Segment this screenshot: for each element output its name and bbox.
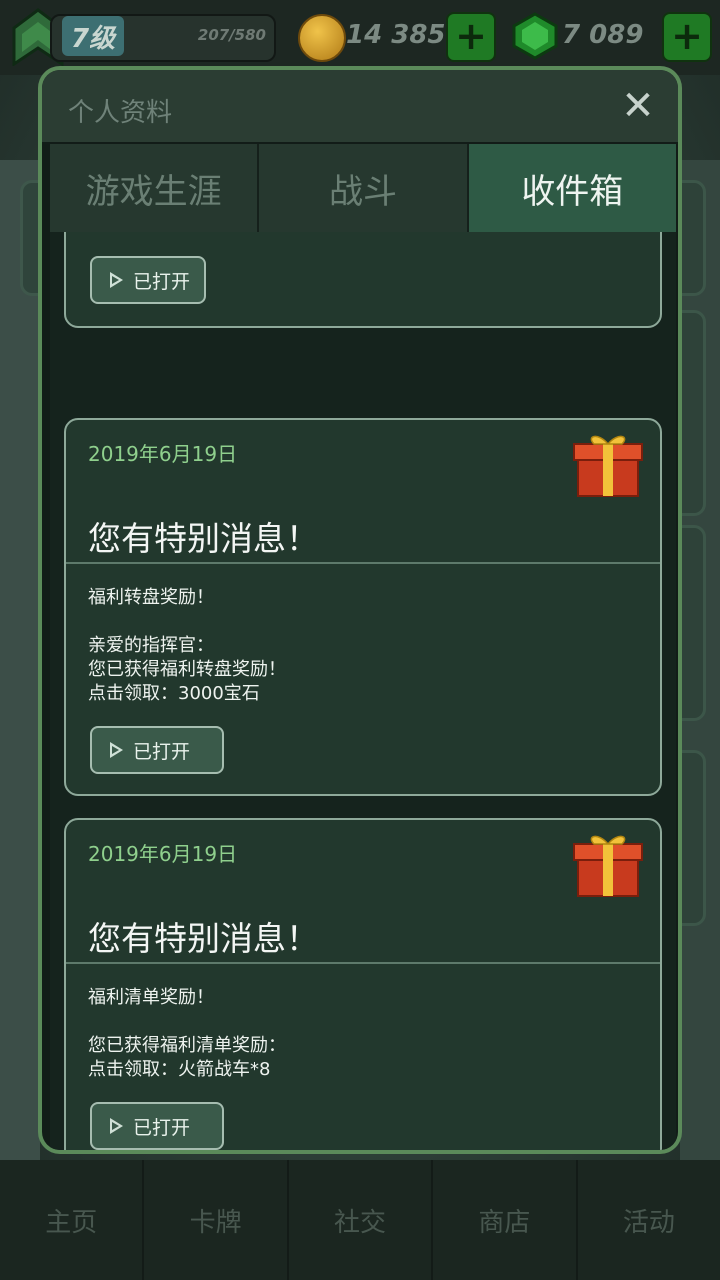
card-divider [66, 962, 660, 964]
inbox-list[interactable]: 已打开 2019年6月19日 您有特别消息！ 福利转盘奖励！ 亲爱的指挥官： 您… [50, 232, 676, 1150]
gem-icon [512, 12, 558, 60]
inbox-message-card: 2019年6月19日 您有特别消息！ 福利转盘奖励！ 亲爱的指挥官： 您已获得福… [64, 418, 662, 796]
profile-modal: 个人资料 ✕ 游戏生涯 战斗 收件箱 已打开 2019年6月19日 您有特别消息… [38, 66, 682, 1154]
message-date: 2019年6月19日 [88, 842, 238, 866]
message-line [88, 610, 286, 634]
tab-inbox[interactable]: 收件箱 [468, 144, 676, 232]
message-body: 福利清单奖励！ 您已获得福利清单奖励： 点击领取：火箭战车*8 [88, 986, 286, 1082]
play-icon [110, 272, 123, 288]
nav-home[interactable]: 主页 [0, 1160, 145, 1280]
add-gems-button[interactable]: + [662, 12, 712, 62]
top-status-bar: 7级 207/580 14 385 + 7 089 + [0, 0, 720, 75]
close-icon[interactable]: ✕ [618, 86, 658, 126]
message-line: 福利清单奖励！ [88, 987, 214, 1008]
play-icon [110, 1118, 123, 1134]
opened-button[interactable]: 已打开 [90, 256, 206, 304]
tab-career[interactable]: 游戏生涯 [50, 144, 260, 232]
nav-social[interactable]: 社交 [289, 1160, 434, 1280]
profile-modal-body: 个人资料 ✕ 游戏生涯 战斗 收件箱 已打开 2019年6月19日 您有特别消息… [42, 70, 678, 1150]
message-line [88, 1010, 286, 1034]
gift-box-icon [573, 435, 643, 497]
opened-label: 已打开 [133, 270, 191, 293]
gift-box-icon [573, 835, 643, 897]
nav-cards[interactable]: 卡牌 [144, 1160, 289, 1280]
coin-balance: 14 385 [346, 20, 446, 50]
play-icon [110, 742, 123, 758]
message-headline: 您有特别消息！ [88, 519, 319, 558]
message-line: 点击领取：火箭战车*8 [88, 1059, 271, 1080]
level-badge: 7级 [62, 16, 124, 56]
message-date: 2019年6月19日 [88, 442, 238, 466]
background-left-strip [0, 160, 40, 1160]
opened-button[interactable]: 已打开 [90, 726, 224, 774]
gem-balance: 7 089 [562, 20, 644, 50]
modal-header: 个人资料 ✕ [42, 70, 678, 142]
message-line: 您已获得福利清单奖励： [88, 1035, 286, 1056]
message-line: 福利转盘奖励！ [88, 587, 214, 608]
opened-label: 已打开 [133, 1116, 191, 1139]
inbox-card-partial: 已打开 [64, 232, 662, 328]
add-coins-button[interactable]: + [446, 12, 496, 62]
modal-title: 个人资料 [68, 98, 173, 128]
coin-icon [298, 14, 346, 62]
message-line: 点击领取：3000宝石 [88, 683, 260, 704]
nav-shop[interactable]: 商店 [433, 1160, 578, 1280]
nav-events[interactable]: 活动 [578, 1160, 720, 1280]
bottom-navigation: 主页 卡牌 社交 商店 活动 [0, 1160, 720, 1280]
xp-count: 207/580 [197, 26, 266, 44]
message-headline: 您有特别消息！ [88, 919, 319, 958]
message-line: 您已获得福利转盘奖励！ [88, 659, 286, 680]
opened-label: 已打开 [133, 740, 191, 763]
card-divider [66, 562, 660, 564]
inbox-message-card: 2019年6月19日 您有特别消息！ 福利清单奖励！ 您已获得福利清单奖励： 点… [64, 818, 662, 1150]
opened-button[interactable]: 已打开 [90, 1102, 224, 1150]
tab-battle[interactable]: 战斗 [259, 144, 469, 232]
profile-tabs: 游戏生涯 战斗 收件箱 [50, 144, 676, 232]
message-line: 亲爱的指挥官： [88, 635, 214, 656]
message-body: 福利转盘奖励！ 亲爱的指挥官： 您已获得福利转盘奖励！ 点击领取：3000宝石 [88, 586, 286, 706]
